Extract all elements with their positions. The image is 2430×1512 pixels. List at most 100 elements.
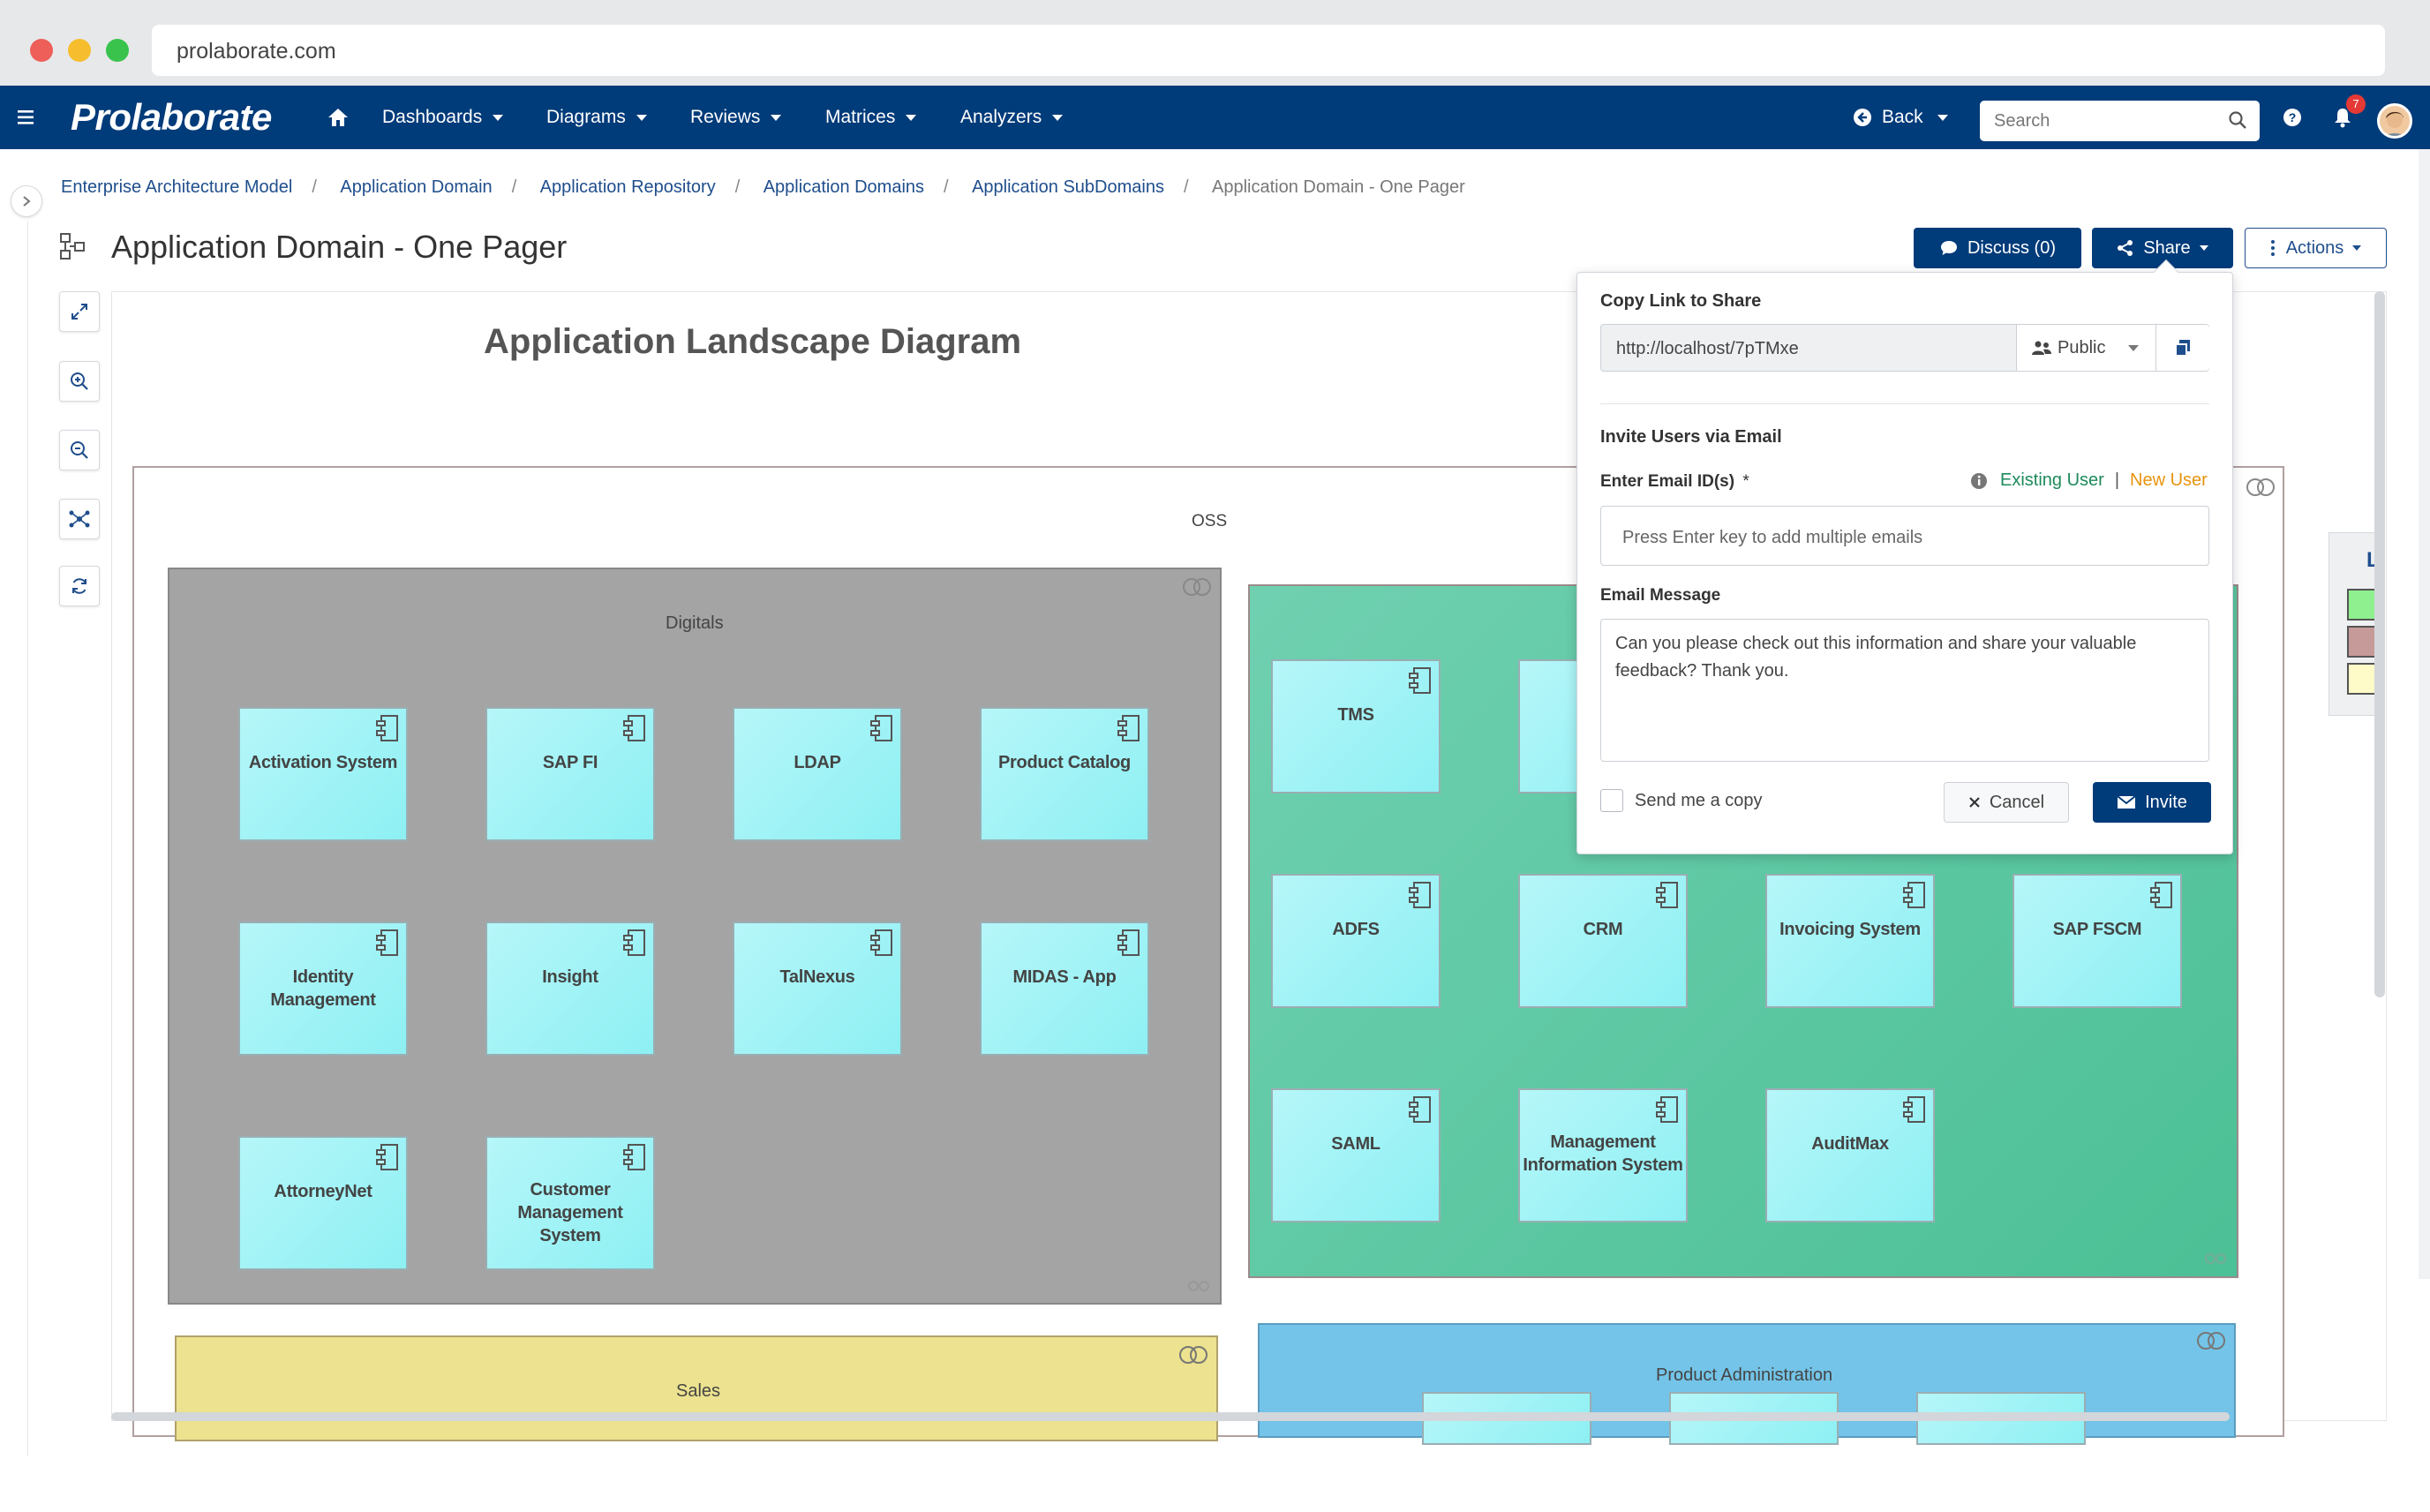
invite-button[interactable]: Invite — [2093, 782, 2211, 823]
avatar[interactable] — [2377, 103, 2412, 139]
window-close-button[interactable] — [30, 39, 53, 62]
component-node[interactable]: Product Catalog — [980, 707, 1149, 841]
component-node[interactable]: SAP FSCM — [2012, 874, 2182, 1008]
actions-button[interactable]: Actions — [2245, 228, 2387, 268]
back-icon — [1854, 109, 1871, 126]
sales-group[interactable]: Sales — [175, 1335, 1218, 1441]
nav-dashboards[interactable]: Dashboards — [382, 86, 504, 149]
component-icon — [1656, 1096, 1678, 1123]
zoom-out-icon — [71, 441, 88, 459]
breadcrumb-item[interactable]: Enterprise Architecture Model — [61, 177, 292, 197]
new-user-link[interactable]: New User — [2130, 470, 2208, 491]
search-input[interactable]: Search — [1980, 101, 2260, 141]
component-node[interactable]: AuditMax — [1765, 1088, 1935, 1222]
window-maximize-button[interactable] — [106, 39, 129, 62]
component-node[interactable]: SAML — [1271, 1088, 1441, 1222]
component-node[interactable]: TalNexus — [733, 921, 902, 1056]
browser-toolbar: prolaborate.com — [0, 0, 2430, 86]
nav-reviews-label: Reviews — [690, 107, 761, 127]
visibility-value: Public — [2058, 337, 2106, 357]
email-message-textarea[interactable]: Can you please check out this informatio… — [1600, 619, 2209, 762]
component-icon — [623, 715, 645, 741]
cancel-button[interactable]: Cancel — [1944, 782, 2069, 823]
send-copy-checkbox[interactable] — [1600, 789, 1623, 812]
discuss-button[interactable]: Discuss (0) — [1914, 228, 2081, 268]
component-node[interactable]: LDAP — [733, 707, 902, 841]
component-label: LDAP — [794, 753, 841, 772]
required-mark: * — [1742, 472, 1749, 491]
bell-icon[interactable] — [2333, 86, 2352, 149]
window-minimize-button[interactable] — [68, 39, 91, 62]
component-icon — [1903, 882, 1925, 908]
info-icon — [1971, 472, 1987, 489]
component-node[interactable]: SAP FI — [485, 707, 655, 841]
traceability-button[interactable] — [59, 499, 100, 539]
users-icon — [2032, 341, 2051, 355]
search-placeholder: Search — [1994, 111, 2050, 131]
back-button[interactable]: Back — [1852, 86, 1948, 149]
share-link-field[interactable]: http://localhost/7pTMxe Public — [1600, 324, 2209, 372]
linked-diagram-icon[interactable] — [1177, 1344, 1209, 1365]
nav-reviews[interactable]: Reviews — [690, 86, 782, 149]
component-label: AttorneyNet — [274, 1182, 372, 1201]
component-node[interactable]: MIDAS - App — [980, 921, 1149, 1056]
back-label: Back — [1882, 107, 1923, 127]
component-label: TalNexus — [779, 967, 855, 987]
page-scroll-track — [2419, 149, 2430, 1279]
chevron-down-icon — [636, 114, 647, 121]
diagram-legend[interactable]: L — [2328, 532, 2382, 716]
vertical-scrollbar[interactable] — [2374, 291, 2385, 997]
email-input[interactable]: Press Enter key to add multiple emails — [1600, 506, 2209, 566]
chevron-down-icon — [906, 114, 917, 121]
help-icon[interactable]: ? — [2282, 86, 2303, 149]
component-node[interactable]: CRM — [1518, 874, 1688, 1008]
component-node[interactable]: Activation System — [238, 707, 408, 841]
copy-icon — [2175, 340, 2190, 357]
component-node[interactable]: ADFS — [1271, 874, 1441, 1008]
component-node[interactable]: Customer Management System — [485, 1136, 655, 1270]
home-icon[interactable] — [327, 86, 350, 149]
email-label-text: Enter Email ID(s) — [1600, 472, 1735, 491]
link-divider: | — [2114, 470, 2120, 490]
app-logo[interactable]: Prolaborate — [71, 86, 272, 149]
fit-screen-button[interactable] — [59, 291, 100, 332]
component-node[interactable]: Management Information System — [1518, 1088, 1688, 1222]
copy-link-button[interactable] — [2155, 325, 2209, 371]
search-icon[interactable] — [2228, 110, 2247, 130]
breadcrumb-item[interactable]: Application Repository — [540, 177, 716, 197]
component-icon — [1117, 929, 1140, 956]
nav-dashboards-label: Dashboards — [382, 107, 483, 127]
visibility-select[interactable]: Public — [2016, 325, 2155, 371]
component-label: Identity Management — [270, 967, 376, 1010]
sidebar-toggle-button[interactable] — [11, 185, 42, 217]
zoom-in-button[interactable] — [59, 361, 100, 402]
cancel-label: Cancel — [1989, 792, 2045, 812]
refresh-button[interactable] — [59, 566, 100, 606]
breadcrumb-item[interactable]: Application Domains — [764, 177, 924, 197]
component-node[interactable]: Invoicing System — [1765, 874, 1935, 1008]
horizontal-scrollbar[interactable] — [111, 1412, 2230, 1421]
nav-analyzers[interactable]: Analyzers — [960, 86, 1064, 149]
breadcrumb-item[interactable]: Application SubDomains — [972, 177, 1164, 197]
component-node[interactable]: Identity Management — [238, 921, 408, 1056]
component-node[interactable]: AttorneyNet — [238, 1136, 408, 1270]
address-bar[interactable]: prolaborate.com — [152, 25, 2385, 76]
group-label: Product Administration — [1656, 1365, 1833, 1385]
zoom-out-button[interactable] — [59, 430, 100, 470]
component-node[interactable]: TMS — [1271, 659, 1441, 794]
chevron-down-icon — [771, 114, 782, 121]
component-node[interactable]: Insight — [485, 921, 655, 1056]
nav-diagrams[interactable]: Diagrams — [546, 86, 647, 149]
component-icon — [623, 1144, 645, 1170]
existing-user-link[interactable]: Existing User — [2000, 470, 2104, 491]
menu-icon[interactable] — [18, 86, 35, 149]
nav-matrices[interactable]: Matrices — [825, 86, 917, 149]
linked-diagram-icon[interactable] — [2195, 1330, 2227, 1351]
chevron-down-icon — [1052, 114, 1064, 121]
breadcrumb-item[interactable]: Application Domain — [340, 177, 492, 197]
linked-diagram-icon[interactable] — [2245, 477, 2276, 498]
linked-diagram-icon[interactable] — [1181, 576, 1213, 598]
share-label: Share — [2143, 237, 2191, 258]
digitals-group[interactable]: Digitals Activation System SAP FI LDAP P… — [168, 568, 1222, 1305]
component-label: Customer Management System — [517, 1180, 623, 1245]
